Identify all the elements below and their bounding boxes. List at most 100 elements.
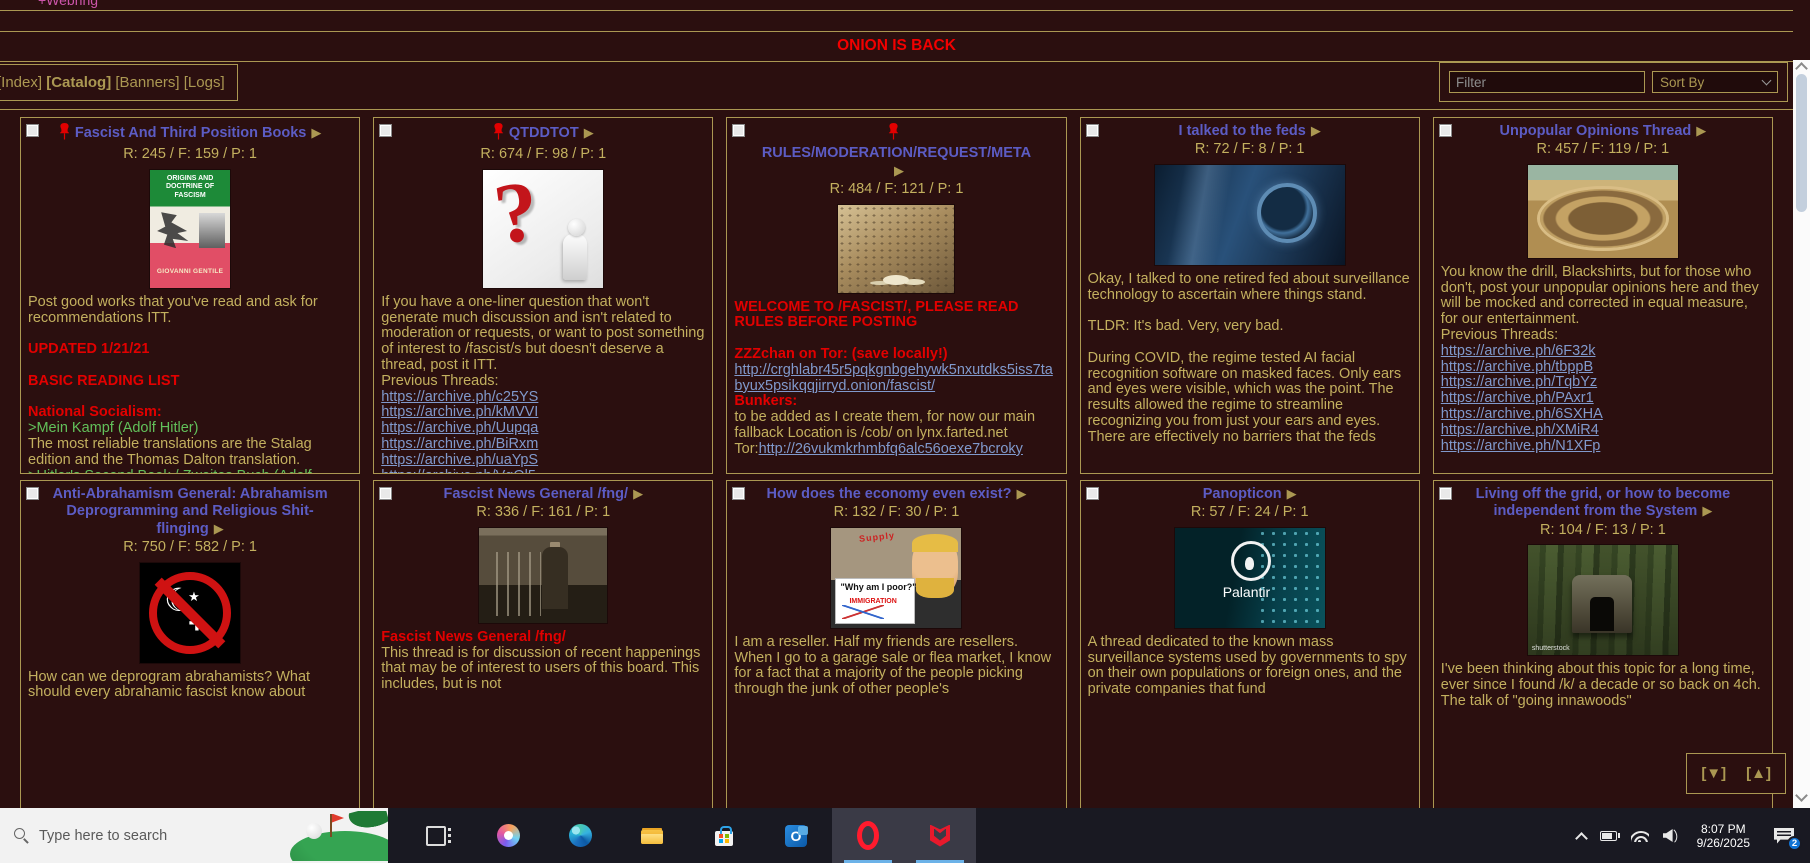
- group-photo-thumbnail[interactable]: [838, 205, 954, 293]
- taskbar-search[interactable]: Type here to search: [0, 808, 388, 863]
- thread-link[interactable]: https://archive.ph/PAxr1: [1441, 390, 1594, 406]
- thread-link[interactable]: https://archive.ph/c25YS: [381, 389, 538, 405]
- search-icon: [14, 828, 29, 843]
- taskbar-button-outlook[interactable]: [760, 808, 832, 863]
- teaser-text: Okay, I talked to one retired fed about …: [1088, 271, 1410, 303]
- thread-select-checkbox[interactable]: [1439, 124, 1452, 137]
- nav-logs-link[interactable]: [Logs]: [184, 74, 225, 91]
- thread-title-link[interactable]: I talked to the feds: [1179, 123, 1306, 139]
- network-icon[interactable]: [1631, 829, 1649, 842]
- thread-title-link[interactable]: Living off the grid, or how to become in…: [1476, 486, 1731, 519]
- image-text: ORIGINS AND DOCTRINE OF FASCISM: [153, 175, 227, 200]
- expand-thread-icon[interactable]: ▶: [1016, 486, 1026, 501]
- forest-bunker-thumbnail[interactable]: shutterstock: [1528, 545, 1678, 655]
- thread-link[interactable]: https://archive.ph/TqbYz: [1441, 374, 1597, 390]
- thread-link[interactable]: https://archive.ph/kMVVI: [381, 404, 538, 420]
- thread-link[interactable]: https://archive.ph/VgQl5: [381, 468, 536, 474]
- thread-title-link[interactable]: QTDDTOT: [509, 125, 579, 141]
- teaser-line: During COVID, the regime tested AI facia…: [1088, 351, 1412, 430]
- expand-thread-icon[interactable]: ▶: [1311, 123, 1321, 138]
- taskbar-button-file-explorer[interactable]: [616, 808, 688, 863]
- thread-link[interactable]: https://archive.ph/N1XFp: [1441, 438, 1601, 454]
- why-am-i-poor-meme-thumbnail[interactable]: "Why am I poor?"IMMIGRATIONSupply: [831, 528, 961, 628]
- scroll-up-arrow-icon[interactable]: [1795, 62, 1808, 75]
- taskbar-button-edge[interactable]: [544, 808, 616, 863]
- action-center-button[interactable]: 2: [1774, 828, 1794, 844]
- scrollbar-thumb[interactable]: [1796, 74, 1807, 212]
- nav-banners-link[interactable]: [Banners]: [115, 74, 179, 91]
- expand-thread-icon[interactable]: ▶: [1702, 503, 1712, 518]
- thread-title-link[interactable]: How does the economy even exist?: [767, 486, 1012, 502]
- thread-select-checkbox[interactable]: [1086, 124, 1099, 137]
- thread-title-row: RULES/MODERATION/REQUEST/META ▶: [748, 123, 1044, 180]
- expand-thread-icon[interactable]: ▶: [633, 486, 643, 501]
- thread-title-link[interactable]: Fascist And Third Position Books: [75, 125, 306, 141]
- expand-thread-icon[interactable]: ▶: [1287, 486, 1297, 501]
- clock-time: 8:07 PM: [1697, 822, 1750, 836]
- thread-link[interactable]: https://archive.ph/6SXHA: [1441, 406, 1603, 422]
- thread-link[interactable]: https://archive.ph/Uupqa: [381, 420, 538, 436]
- expand-thread-icon[interactable]: ▶: [311, 125, 321, 140]
- scroll-down-arrow-icon[interactable]: [1795, 789, 1808, 802]
- teaser-text: Fascist News General /fng/: [381, 629, 566, 645]
- teaser-line: https://archive.ph/c25YS: [381, 390, 705, 406]
- thread-teaser: How can we deprogram abrahamists? What s…: [28, 670, 352, 702]
- thread-link[interactable]: http://26vukmkrhmbfq6alc56oexe7bcroky: [759, 441, 1023, 457]
- filter-input[interactable]: [1449, 71, 1645, 93]
- thread-link[interactable]: https://archive.ph/uaYpS: [381, 452, 538, 468]
- arena-crowd-thumbnail[interactable]: [1528, 165, 1678, 258]
- cycle-up-button[interactable]: [▲]: [1746, 765, 1771, 782]
- thread-select-checkbox[interactable]: [1086, 487, 1099, 500]
- thread-title-link[interactable]: Fascist News General /fng/: [444, 486, 629, 502]
- thread-select-checkbox[interactable]: [732, 487, 745, 500]
- thread-title-link[interactable]: Panopticon: [1203, 486, 1282, 502]
- nav-index-link[interactable]: [Index]: [0, 74, 42, 91]
- taskbar-button-opera[interactable]: [832, 808, 904, 863]
- chevron-down-icon: [1762, 76, 1772, 86]
- palantir-logo-thumbnail[interactable]: Palantir: [1175, 528, 1325, 628]
- webring-link[interactable]: +Webring: [38, 0, 1793, 8]
- expand-thread-icon[interactable]: ▶: [894, 163, 904, 178]
- anti-abrahamism-prohibition-sign-thumbnail[interactable]: ☾★+: [140, 563, 240, 663]
- system-tray: 8:07 PM 9/26/2025 2: [1577, 808, 1810, 863]
- vertical-scrollbar[interactable]: [1793, 60, 1810, 808]
- search-highlight-golf-image[interactable]: [282, 811, 388, 861]
- speaker-at-microphones-thumbnail[interactable]: [479, 528, 607, 623]
- hidden-icons-chevron-icon[interactable]: [1575, 832, 1588, 845]
- thread-title-link[interactable]: Anti-Abrahamism General: Abrahamism Depr…: [53, 486, 328, 537]
- catalog-grid: Fascist And Third Position Books▶R: 245 …: [0, 110, 1793, 808]
- thread-link[interactable]: https://archive.ph/tbppB: [1441, 359, 1593, 375]
- cycle-down-button[interactable]: [▼]: [1701, 765, 1726, 782]
- expand-thread-icon[interactable]: ▶: [1696, 123, 1706, 138]
- expand-thread-icon[interactable]: ▶: [584, 125, 594, 140]
- expand-thread-icon[interactable]: ▶: [214, 521, 224, 536]
- thread-link[interactable]: https://archive.ph/6F32k: [1441, 343, 1596, 359]
- thread-link[interactable]: http://crghlabr45r5pqkgnbgehywk5nxutdks5…: [734, 362, 1052, 394]
- sort-by-select[interactable]: Sort By: [1652, 71, 1778, 93]
- taskbar-button-task-view[interactable]: [400, 808, 472, 863]
- thread-select-checkbox[interactable]: [379, 124, 392, 137]
- question-mark-figure-thumbnail[interactable]: ?: [483, 170, 603, 288]
- thread-select-checkbox[interactable]: [379, 487, 392, 500]
- thread-select-checkbox[interactable]: [1439, 487, 1452, 500]
- battery-icon[interactable]: [1600, 831, 1617, 841]
- thread-select-checkbox[interactable]: [26, 124, 39, 137]
- taskbar-button-mcafee[interactable]: [904, 808, 976, 863]
- thread-select-checkbox[interactable]: [732, 124, 745, 137]
- taskbar-button-copilot[interactable]: [472, 808, 544, 863]
- thread-card: QTDDTOT▶R: 674 / F: 98 / P: 1?If you hav…: [373, 117, 713, 474]
- nav-catalog-link[interactable]: [Catalog]: [46, 74, 111, 91]
- volume-icon[interactable]: [1663, 829, 1679, 842]
- taskbar-clock[interactable]: 8:07 PM 9/26/2025: [1697, 822, 1750, 850]
- image-text: Supply: [859, 530, 896, 544]
- book-cover-origins-and-doctrine-of-fascism-thumbnail[interactable]: ORIGINS AND DOCTRINE OF FASCISMGIOVANNI …: [150, 170, 230, 288]
- thread-select-checkbox[interactable]: [26, 487, 39, 500]
- thread-link[interactable]: https://archive.ph/XMiR4: [1441, 422, 1599, 438]
- thread-title-link[interactable]: Unpopular Opinions Thread: [1500, 123, 1692, 139]
- taskbar-button-microsoft-store[interactable]: [688, 808, 760, 863]
- thread-title-row: QTDDTOT ▶: [395, 123, 691, 145]
- surveillance-camera-thumbnail[interactable]: [1155, 165, 1345, 265]
- thread-title-link[interactable]: RULES/MODERATION/REQUEST/META: [762, 145, 1031, 161]
- thread-link[interactable]: https://archive.ph/BiRxm: [381, 436, 538, 452]
- teaser-line: Fascist News General /fng/: [381, 630, 705, 646]
